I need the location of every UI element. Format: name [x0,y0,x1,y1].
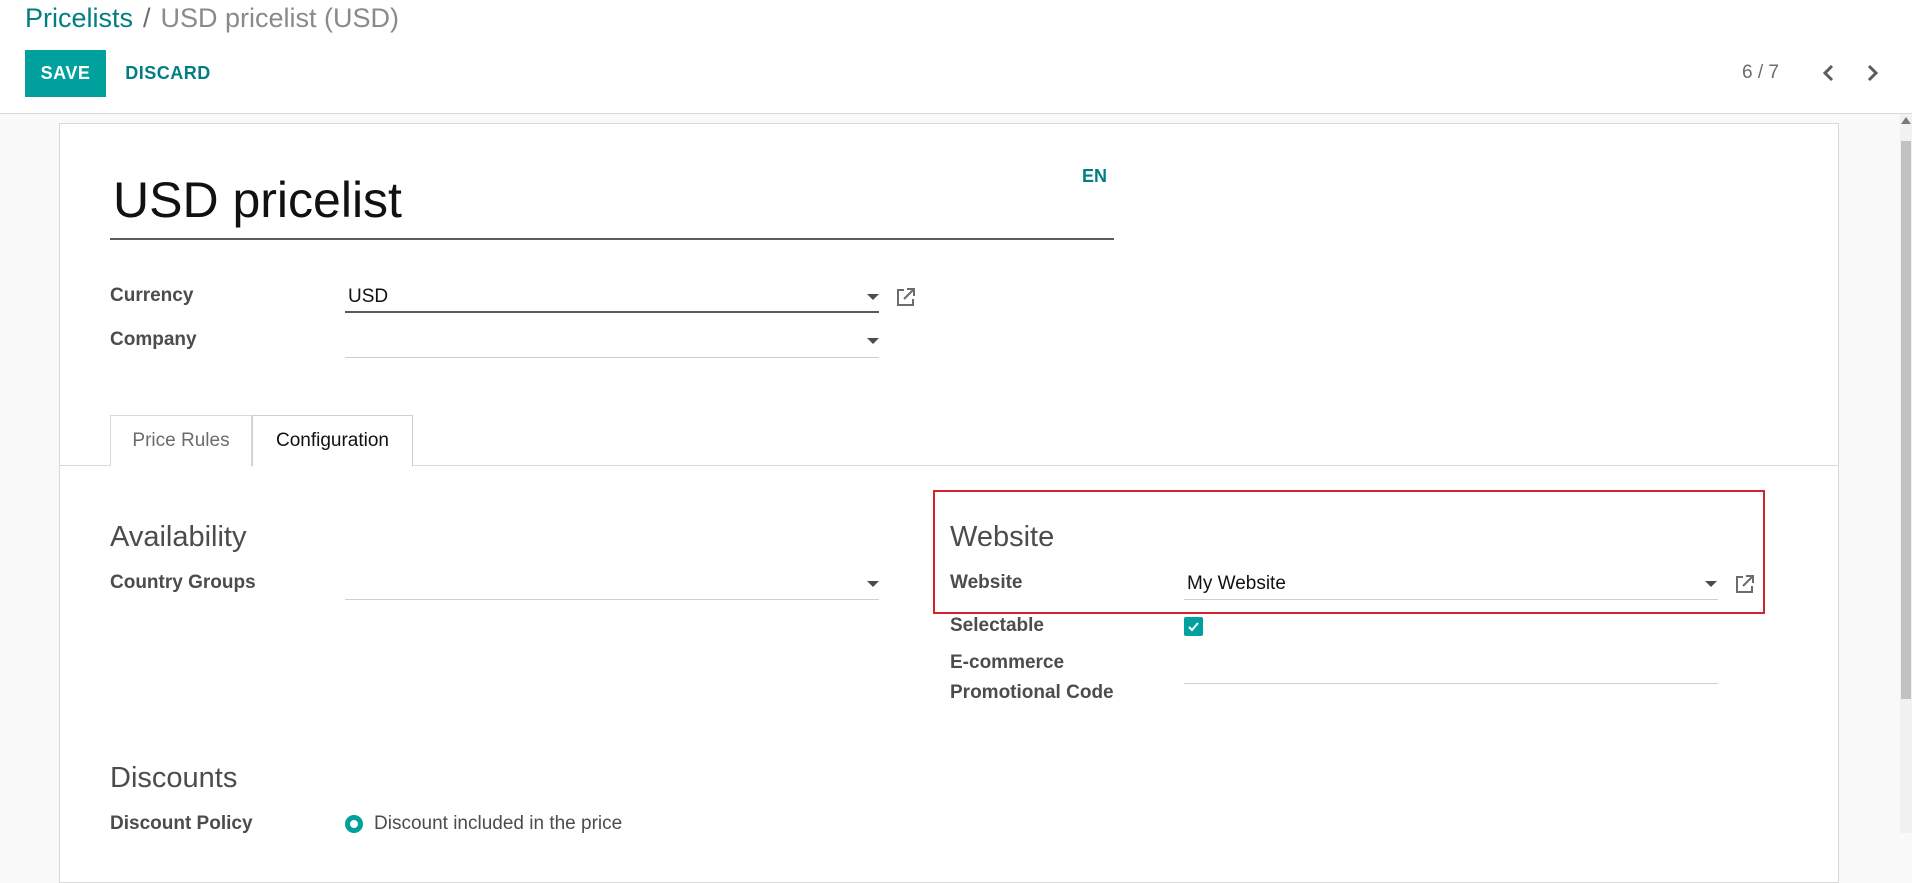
breadcrumb-pricelists-link[interactable]: Pricelists [25,3,133,33]
save-button[interactable]: SAVE [25,50,106,97]
country-groups-label: Country Groups [110,572,256,593]
chevron-left-icon [1822,64,1834,82]
language-button[interactable]: EN [1082,166,1107,187]
tab-configuration[interactable]: Configuration [252,415,413,467]
website-group-title: Website [950,521,1055,553]
pager-previous-button[interactable] [1814,58,1844,88]
tab-price-rules[interactable]: Price Rules [110,415,252,466]
website-label: Website [950,572,1023,593]
selectable-checkbox[interactable] [1184,617,1203,636]
country-groups-field[interactable] [345,570,879,600]
currency-field[interactable]: USD [345,283,879,313]
discounts-group-title: Discounts [110,762,238,794]
control-panel: Pricelists / USD pricelist (USD) SAVE DISC… [0,0,1912,114]
scrollbar-thumb[interactable] [1901,141,1911,699]
promo-code-input[interactable] [1184,654,1718,684]
breadcrumb: Pricelists / USD pricelist (USD) [25,1,399,35]
company-dropdown-icon[interactable] [867,338,879,344]
pager-value: 6 / 7 [1742,62,1779,83]
discount-policy-radio[interactable] [345,815,363,833]
promo-code-label-line1: E-commerce [950,652,1065,673]
website-dropdown-icon[interactable] [1705,581,1717,587]
company-field[interactable] [345,328,879,358]
currency-external-link-icon[interactable] [895,286,917,308]
currency-dropdown-icon[interactable] [867,294,879,300]
availability-group-title: Availability [110,521,247,553]
pricelist-name-input[interactable]: USD pricelist [110,168,1114,240]
discount-policy-option-label[interactable]: Discount included in the price [374,813,622,835]
discard-button[interactable]: DISCARD [114,50,222,97]
website-external-link-icon[interactable] [1734,573,1756,595]
selectable-label: Selectable [950,615,1044,636]
breadcrumb-separator: / [143,3,151,33]
scroll-up-arrow-icon[interactable] [1901,117,1911,124]
breadcrumb-current: USD pricelist (USD) [160,3,400,33]
pager-next-button[interactable] [1857,58,1887,88]
company-label: Company [110,329,197,350]
website-field[interactable]: My Website [1184,570,1718,600]
chevron-right-icon [1867,64,1879,82]
checkmark-icon [1188,622,1199,632]
discount-policy-label: Discount Policy [110,813,253,834]
country-groups-dropdown-icon[interactable] [867,581,879,587]
promo-code-label-line2: Promotional Code [950,682,1114,703]
currency-label: Currency [110,285,194,306]
